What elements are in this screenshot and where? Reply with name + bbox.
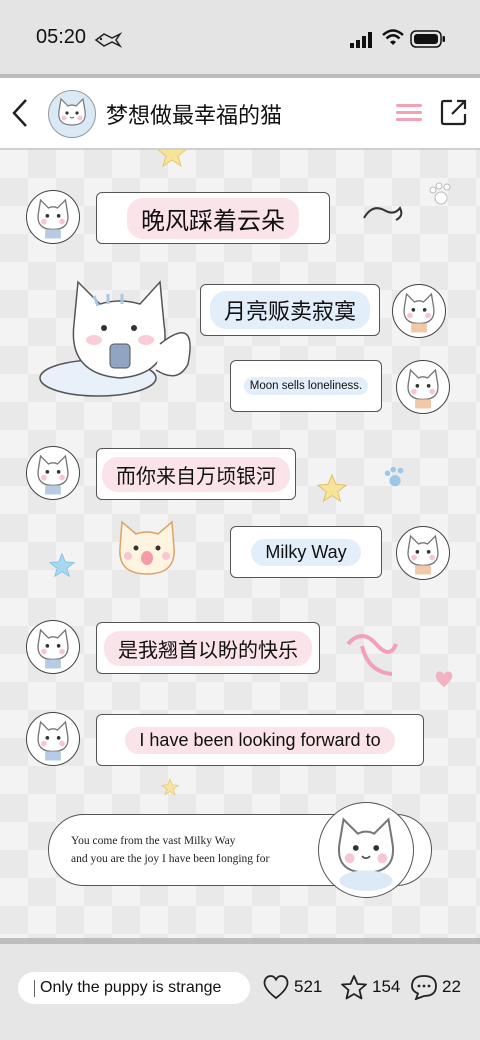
wifi-icon xyxy=(382,29,404,45)
cat-face-icon xyxy=(58,97,86,126)
bottom-bar: Only the puppy is strange 521 154 22 xyxy=(0,944,480,1040)
message-text: Moon sells loneliness. xyxy=(243,377,369,395)
message-text: I have been looking forward to xyxy=(125,726,395,754)
cat-face-icon xyxy=(37,628,69,669)
message-text: 而你来自万顷银河 xyxy=(102,456,290,492)
message-bubble[interactable]: 是我翘首以盼的快乐 xyxy=(96,622,320,674)
paw-sticker-icon xyxy=(384,466,404,487)
favorite-button[interactable]: 154 xyxy=(340,974,400,1000)
header-avatar[interactable] xyxy=(48,90,96,138)
cat-face-icon xyxy=(407,534,439,575)
message-text: 是我翘首以盼的快乐 xyxy=(104,630,312,666)
paw-sticker-icon xyxy=(429,182,451,205)
fish-icon xyxy=(94,32,123,48)
battery-icon xyxy=(410,30,445,48)
sender-avatar[interactable] xyxy=(26,620,80,674)
sender-avatar[interactable] xyxy=(26,446,80,500)
chat-area: 晚风踩着云朵 月亮贩卖寂寞 Moon sells loneliness. 而你来… xyxy=(0,150,480,938)
swirl-sticker-icon xyxy=(363,206,403,221)
favorite-count: 154 xyxy=(372,977,401,996)
cat-face-icon xyxy=(37,720,69,761)
message-bubble[interactable]: I have been looking forward to xyxy=(96,714,424,766)
quote-line: and you are the joy I have been longing … xyxy=(71,853,270,865)
chat-title: 梦想做最幸福的猫 xyxy=(106,104,283,129)
message-bubble[interactable]: 而你来自万顷银河 xyxy=(96,448,296,500)
sender-avatar[interactable] xyxy=(26,712,80,766)
cat-sticker-icon xyxy=(119,520,175,575)
quote-line: You come from the vast Milky Way xyxy=(71,835,236,847)
back-arrow-icon[interactable] xyxy=(8,96,34,130)
quote-avatar[interactable] xyxy=(318,802,414,898)
message-bubble[interactable]: 月亮贩卖寂寞 xyxy=(200,284,380,336)
message-text: 晚风踩着云朵 xyxy=(127,197,299,239)
like-button[interactable]: 521 xyxy=(262,974,322,1000)
status-bar: 05:20 xyxy=(0,0,480,74)
heart-sticker-icon xyxy=(435,671,453,687)
sender-avatar[interactable] xyxy=(396,360,450,414)
status-time: 05:20 xyxy=(36,26,87,48)
cat-face-icon xyxy=(37,198,69,239)
star-sticker-icon xyxy=(160,778,180,796)
star-icon xyxy=(341,975,367,1000)
like-count: 521 xyxy=(294,977,323,996)
message-bubble[interactable]: Moon sells loneliness. xyxy=(230,360,382,412)
message-text: Milky Way xyxy=(251,538,361,566)
menu-icon[interactable] xyxy=(396,102,422,122)
cat-face-icon xyxy=(407,368,439,409)
cat-face-icon xyxy=(337,817,395,891)
star-sticker-icon xyxy=(316,473,348,503)
cat-face-icon xyxy=(37,454,69,495)
comment-button[interactable]: 22 xyxy=(410,974,461,1000)
star-sticker-icon xyxy=(48,552,76,578)
heart-icon xyxy=(263,975,289,1000)
signal-icon xyxy=(350,32,372,48)
star-sticker-icon xyxy=(157,150,187,168)
comment-input[interactable]: Only the puppy is strange xyxy=(18,972,250,1004)
sender-avatar[interactable] xyxy=(392,284,446,338)
comment-bubble-icon xyxy=(411,975,437,1000)
message-text: 月亮贩卖寂寞 xyxy=(209,291,370,329)
sender-avatar[interactable] xyxy=(26,190,80,244)
share-icon[interactable] xyxy=(440,98,468,126)
ribbon-sticker-icon xyxy=(346,634,398,676)
comment-count: 22 xyxy=(442,977,461,996)
cat-sticker-icon xyxy=(39,280,191,397)
comment-input-text: Only the puppy is strange xyxy=(40,979,222,996)
message-bubble[interactable]: 晚风踩着云朵 xyxy=(96,192,330,244)
message-bubble[interactable]: Milky Way xyxy=(230,526,382,578)
sender-avatar[interactable] xyxy=(396,526,450,580)
cat-face-icon xyxy=(403,292,435,333)
chat-header: 梦想做最幸福的猫 xyxy=(0,78,480,150)
